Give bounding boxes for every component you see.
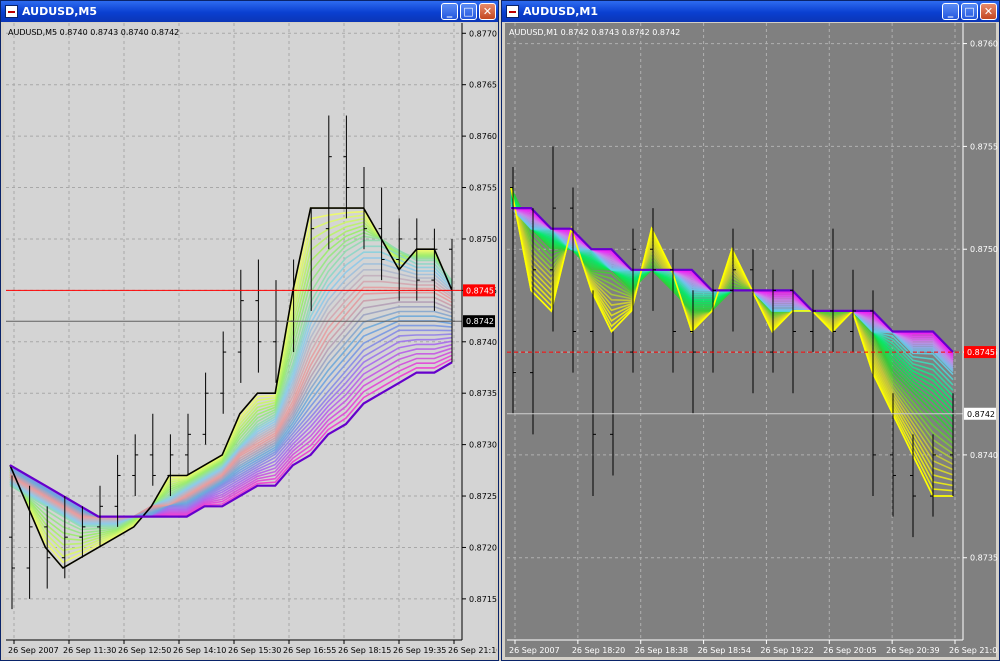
y-tick-label: 0.8755 xyxy=(970,142,998,151)
title-bar[interactable]: AUDUSD,M1 _ □ ✕ xyxy=(502,1,999,22)
y-tick-label: 0.8750 xyxy=(970,245,998,254)
chart-canvas[interactable]: 0.8770 0.8765 0.8760 0.8755 0.8750 0.8745 0.87… xyxy=(4,23,497,659)
x-tick-label: 26 Sep 11:30 xyxy=(63,646,116,655)
window-title: AUDUSD,M1 xyxy=(523,5,599,18)
y-tick-label: 0.8755 xyxy=(469,184,497,193)
y-tick-label: 0.8735 xyxy=(970,554,998,563)
title-bar[interactable]: AUDUSD,M5 _ □ ✕ xyxy=(1,1,498,22)
x-tick-label: 26 Sep 18:38 xyxy=(635,646,688,655)
x-tick-label: 26 Sep 15:30 xyxy=(228,646,281,655)
x-tick-label: 26 Sep 18:15 xyxy=(338,646,391,655)
price-line-label: 0.8745 xyxy=(466,286,494,295)
ema-ribbon-line xyxy=(9,231,453,534)
x-tick-label: 26 Sep 16:55 xyxy=(283,646,336,655)
x-tick-label: 26 Sep 21:03 xyxy=(949,646,998,655)
y-tick-label: 0.8730 xyxy=(469,441,497,450)
chart-window-icon xyxy=(5,5,18,18)
ema-ribbon-line xyxy=(510,187,954,444)
x-tick-label: 26 Sep 19:22 xyxy=(760,646,813,655)
ema-ribbon-line xyxy=(9,296,453,518)
price-chart[interactable]: 0.8770 0.8765 0.8760 0.8755 0.8750 0.8745 0.87… xyxy=(4,23,497,659)
x-tick-label: 26 Sep 20:39 xyxy=(886,646,939,655)
bid-label: 0.8742 xyxy=(466,317,494,326)
symbol-info-label: AUDUSD,M1 0.8742 0.8743 0.8742 0.8742 xyxy=(509,28,680,37)
ema-ribbon-line xyxy=(9,228,453,538)
x-tick-label: 26 Sep 2007 xyxy=(509,646,560,655)
y-tick-label: 0.8760 xyxy=(469,132,497,141)
y-tick-label: 0.8735 xyxy=(469,389,497,398)
y-tick-label: 0.8760 xyxy=(970,40,998,49)
maximize-button[interactable]: □ xyxy=(961,3,978,20)
ema-ribbon-line xyxy=(510,207,954,365)
y-tick-label: 0.8740 xyxy=(970,451,998,460)
close-button[interactable]: ✕ xyxy=(479,3,496,20)
bid-label: 0.8742 xyxy=(967,410,995,419)
y-tick-label: 0.8725 xyxy=(469,492,497,501)
price-chart[interactable]: 0.8760 0.8755 0.8750 0.8745 0.8740 0.8735 0.87… xyxy=(505,23,998,659)
close-button[interactable]: ✕ xyxy=(980,3,997,20)
chart-window-audusd-m1[interactable]: AUDUSD,M1 _ □ ✕ 0.8760 0.8755 0.8750 0.8745… xyxy=(501,0,1000,661)
x-tick-label: 26 Sep 12:50 xyxy=(118,646,171,655)
x-tick-label: 26 Sep 18:20 xyxy=(572,646,625,655)
window-title: AUDUSD,M5 xyxy=(22,5,98,18)
chart-window-icon xyxy=(506,5,519,18)
ema-ribbon-line xyxy=(9,343,453,518)
y-tick-label: 0.8715 xyxy=(469,595,497,604)
ema-ribbon-line xyxy=(510,187,954,481)
ema-ribbon-line xyxy=(9,224,453,541)
x-tick-label: 26 Sep 20:05 xyxy=(823,646,876,655)
symbol-info-label: AUDUSD,M5 0.8740 0.8743 0.8740 0.8742 xyxy=(8,28,179,37)
x-tick-label: 26 Sep 14:10 xyxy=(173,646,226,655)
x-tick-label: 26 Sep 19:35 xyxy=(393,646,446,655)
chart-canvas[interactable]: 0.8760 0.8755 0.8750 0.8745 0.8740 0.8735 0.87… xyxy=(505,23,998,659)
y-tick-label: 0.8770 xyxy=(469,29,497,38)
y-tick-label: 0.8750 xyxy=(469,235,497,244)
y-tick-label: 0.8720 xyxy=(469,543,497,552)
ema-ribbon-line xyxy=(510,187,954,450)
x-tick-label: 26 Sep 21:10 xyxy=(448,646,497,655)
x-tick-label: 26 Sep 18:54 xyxy=(698,646,751,655)
price-line-label: 0.8745 xyxy=(967,348,995,357)
chart-window-audusd-m5[interactable]: AUDUSD,M5 _ □ ✕ 0.8770 0.8765 0.8760 0.8755… xyxy=(0,0,499,661)
ema-ribbon-line xyxy=(510,187,954,460)
minimize-button[interactable]: _ xyxy=(441,3,458,20)
x-tick-label: 26 Sep 2007 xyxy=(8,646,59,655)
ema-ribbon-line xyxy=(9,239,453,528)
minimize-button[interactable]: _ xyxy=(942,3,959,20)
y-tick-label: 0.8765 xyxy=(469,81,497,90)
y-tick-label: 0.8740 xyxy=(469,338,497,347)
maximize-button[interactable]: □ xyxy=(460,3,477,20)
